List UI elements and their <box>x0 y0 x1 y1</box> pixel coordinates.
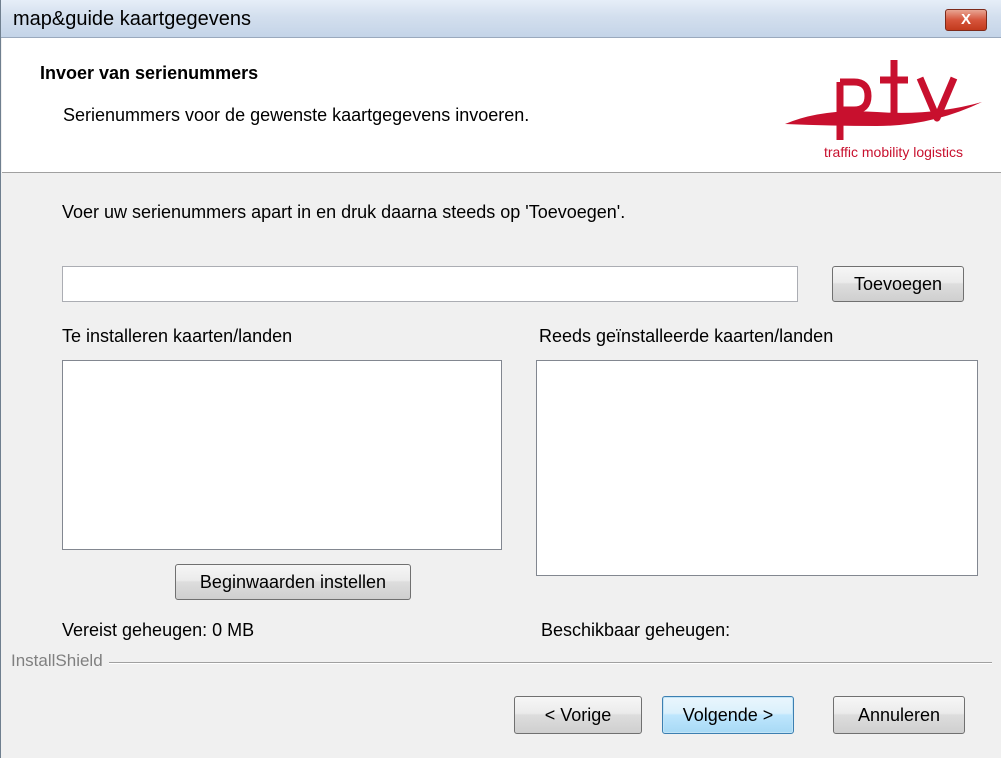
logo-tagline: traffic mobility logistics <box>824 144 964 160</box>
title-bar[interactable]: map&guide kaartgegevens X <box>1 0 1001 38</box>
wizard-header: Invoer van serienummers Serienummers voo… <box>2 38 1001 173</box>
available-memory-text: Beschikbaar geheugen: <box>541 620 731 640</box>
window-title: map&guide kaartgegevens <box>13 8 251 30</box>
back-button[interactable]: < Vorige <box>514 696 642 734</box>
page-title: Invoer van serienummers <box>40 63 259 83</box>
dialog-window: map&guide kaartgegevens X Invoer van ser… <box>0 0 1001 758</box>
footer-divider <box>11 662 992 664</box>
reset-defaults-button[interactable]: Beginwaarden instellen <box>175 564 411 600</box>
maps-to-install-list[interactable] <box>62 360 502 550</box>
page-subtitle: Serienummers voor de gewenste kaartgegev… <box>63 105 530 125</box>
add-button[interactable]: Toevoegen <box>832 266 964 302</box>
maps-to-install-label: Te installeren kaarten/landen <box>62 326 293 346</box>
next-button[interactable]: Volgende > <box>662 696 794 734</box>
installed-maps-label: Reeds geïnstalleerde kaarten/landen <box>539 326 834 346</box>
installshield-brand: InstallShield <box>11 651 109 671</box>
close-icon: X <box>960 11 971 28</box>
close-button[interactable]: X <box>945 9 987 31</box>
required-memory-text: Vereist geheugen: 0 MB <box>62 620 255 640</box>
cancel-button[interactable]: Annuleren <box>833 696 965 734</box>
installed-maps-list[interactable] <box>536 360 978 576</box>
instruction-text: Voer uw serienummers apart in en druk da… <box>62 202 626 222</box>
serial-number-input[interactable] <box>62 266 798 302</box>
